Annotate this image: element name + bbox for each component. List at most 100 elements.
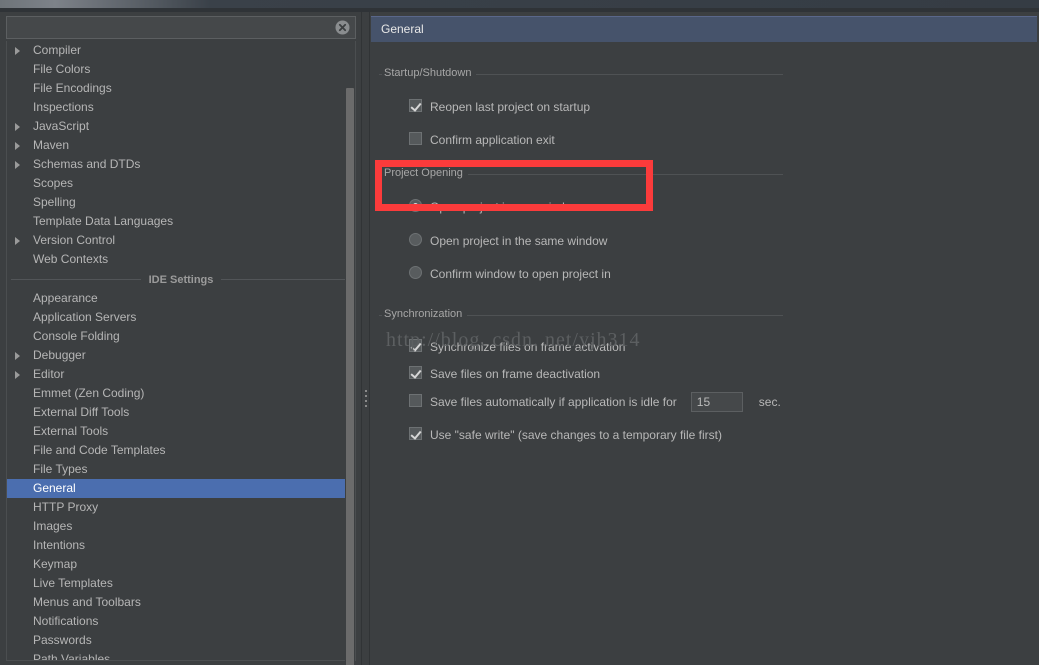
sidebar-item-compiler[interactable]: Compiler bbox=[7, 41, 355, 60]
option-sync-files-frame-activation[interactable]: Synchronize files on frame activation bbox=[409, 337, 625, 355]
sidebar-item-file-colors[interactable]: File Colors bbox=[7, 60, 355, 79]
option-open-project-new-window[interactable]: Open project in new window bbox=[409, 197, 580, 215]
checkbox-save-files-automatically[interactable] bbox=[409, 394, 422, 408]
sidebar-item-label: Debugger bbox=[33, 348, 86, 362]
sidebar-item-label: Appearance bbox=[33, 291, 98, 305]
sidebar-item-emmet-zen-coding[interactable]: Emmet (Zen Coding) bbox=[7, 384, 355, 403]
window-title-strip bbox=[0, 0, 1039, 8]
label-sync-files-frame-activation: Synchronize files on frame activation bbox=[430, 339, 626, 354]
sidebar-item-label: Emmet (Zen Coding) bbox=[33, 386, 145, 400]
sidebar-item-label: File Types bbox=[33, 462, 88, 476]
label-confirm-window-to-open: Confirm window to open project in bbox=[430, 266, 611, 281]
search-box[interactable] bbox=[6, 16, 356, 39]
sidebar-item-external-diff-tools[interactable]: External Diff Tools bbox=[7, 403, 355, 422]
label-confirm-application-exit: Confirm application exit bbox=[430, 132, 555, 147]
sidebar-item-label: Path Variables bbox=[33, 652, 111, 661]
settings-tree[interactable]: Compiler File Colors File Encodings Inspect… bbox=[6, 41, 356, 661]
separator-line-right bbox=[221, 279, 351, 280]
general-settings-form: Startup/Shutdown Reopen last project on … bbox=[371, 42, 1037, 665]
checkbox-confirm-application-exit[interactable] bbox=[409, 132, 422, 145]
sidebar-item-inspections[interactable]: Inspections bbox=[7, 98, 355, 117]
sidebar-section-label: IDE Settings bbox=[142, 274, 220, 286]
group-title-startup-shutdown: Startup/Shutdown bbox=[382, 67, 477, 79]
sidebar-item-keymap[interactable]: Keymap bbox=[7, 555, 355, 574]
splitter-grip-icon bbox=[365, 390, 368, 414]
sidebar-item-label: Schemas and DTDs bbox=[33, 157, 141, 171]
sidebar-item-web-contexts[interactable]: Web Contexts bbox=[7, 250, 355, 269]
sidebar-item-label: Maven bbox=[33, 138, 70, 152]
group-title-project-opening: Project Opening bbox=[382, 167, 468, 179]
settings-detail-pane: General Startup/Shutdown Reopen last pro… bbox=[371, 12, 1039, 665]
idle-seconds-input[interactable] bbox=[690, 392, 743, 412]
sidebar-item-file-types[interactable]: File Types bbox=[7, 460, 355, 479]
sidebar-item-label: Live Templates bbox=[33, 576, 113, 590]
sidebar-item-passwords[interactable]: Passwords bbox=[7, 631, 355, 650]
option-save-files-automatically[interactable]: Save files automatically if application … bbox=[409, 392, 781, 412]
sidebar-item-file-and-code-templates[interactable]: File and Code Templates bbox=[7, 441, 355, 460]
sidebar-item-label: External Tools bbox=[33, 424, 109, 438]
sidebar-item-debugger[interactable]: Debugger bbox=[7, 346, 355, 365]
sidebar-item-images[interactable]: Images bbox=[7, 517, 355, 536]
sidebar-item-label: Spelling bbox=[33, 195, 76, 209]
chevron-right-icon[interactable] bbox=[15, 123, 20, 131]
sidebar-item-menus-and-toolbars[interactable]: Menus and Toolbars bbox=[7, 593, 355, 612]
option-reopen-last-project[interactable]: Reopen last project on startup bbox=[409, 97, 590, 115]
search-input[interactable] bbox=[13, 20, 317, 38]
sidebar-item-path-variables[interactable]: Path Variables bbox=[7, 650, 355, 661]
checkbox-sync-files-frame-activation[interactable] bbox=[409, 339, 422, 352]
chevron-right-icon[interactable] bbox=[15, 237, 20, 245]
sidebar-item-console-folding[interactable]: Console Folding bbox=[7, 327, 355, 346]
option-open-project-same-window[interactable]: Open project in the same window bbox=[409, 231, 607, 249]
option-save-files-frame-deactivation[interactable]: Save files on frame deactivation bbox=[409, 364, 600, 382]
sidebar-item-application-servers[interactable]: Application Servers bbox=[7, 308, 355, 327]
sidebar-item-appearance[interactable]: Appearance bbox=[7, 289, 355, 308]
sidebar-item-maven[interactable]: Maven bbox=[7, 136, 355, 155]
sidebar-scrollbar-thumb[interactable] bbox=[346, 88, 354, 665]
sidebar-item-label: Menus and Toolbars bbox=[33, 595, 141, 609]
checkbox-reopen-last-project[interactable] bbox=[409, 99, 422, 112]
page-title: General bbox=[371, 16, 1037, 42]
sidebar-item-label: File Encodings bbox=[33, 81, 112, 95]
chevron-right-icon[interactable] bbox=[15, 161, 20, 169]
sidebar-item-live-templates[interactable]: Live Templates bbox=[7, 574, 355, 593]
option-confirm-window-to-open[interactable]: Confirm window to open project in bbox=[409, 264, 611, 282]
label-seconds-unit: sec. bbox=[758, 395, 781, 409]
chevron-right-icon[interactable] bbox=[15, 47, 20, 55]
chevron-right-icon[interactable] bbox=[15, 142, 20, 150]
sidebar-item-schemas-and-dtds[interactable]: Schemas and DTDs bbox=[7, 155, 355, 174]
chevron-right-icon[interactable] bbox=[15, 371, 20, 379]
option-use-safe-write[interactable]: Use "safe write" (save changes to a temp… bbox=[409, 425, 722, 443]
sidebar-item-external-tools[interactable]: External Tools bbox=[7, 422, 355, 441]
sidebar-item-notifications[interactable]: Notifications bbox=[7, 612, 355, 631]
sidebar-item-label: Inspections bbox=[33, 100, 94, 114]
clear-circle-icon[interactable] bbox=[335, 20, 350, 35]
sidebar-item-http-proxy[interactable]: HTTP Proxy bbox=[7, 498, 355, 517]
sidebar-item-general[interactable]: General bbox=[7, 479, 355, 498]
sidebar-item-spelling[interactable]: Spelling bbox=[7, 193, 355, 212]
checkbox-use-safe-write[interactable] bbox=[409, 427, 422, 440]
sidebar-item-template-data-languages[interactable]: Template Data Languages bbox=[7, 212, 355, 231]
sidebar-item-intentions[interactable]: Intentions bbox=[7, 536, 355, 555]
settings-tree-list: Compiler File Colors File Encodings Inspect… bbox=[7, 41, 355, 661]
sidebar-item-file-encodings[interactable]: File Encodings bbox=[7, 79, 355, 98]
sidebar-item-label: Editor bbox=[33, 367, 65, 381]
sidebar-item-label: JavaScript bbox=[33, 119, 90, 133]
sidebar-item-label: HTTP Proxy bbox=[33, 500, 99, 514]
sidebar-item-label: General bbox=[33, 481, 76, 495]
radio-open-project-same-window[interactable] bbox=[409, 233, 422, 246]
sidebar-item-label: Intentions bbox=[33, 538, 86, 552]
radio-confirm-window-to-open[interactable] bbox=[409, 266, 422, 279]
sidebar-item-label: Template Data Languages bbox=[33, 214, 174, 228]
chevron-right-icon[interactable] bbox=[15, 352, 20, 360]
checkbox-save-files-frame-deactivation[interactable] bbox=[409, 366, 422, 379]
sidebar-item-label: Compiler bbox=[33, 43, 82, 57]
sidebar-item-version-control[interactable]: Version Control bbox=[7, 231, 355, 250]
radio-open-project-new-window[interactable] bbox=[409, 199, 422, 212]
label-open-project-new-window: Open project in new window bbox=[430, 199, 581, 214]
option-confirm-application-exit[interactable]: Confirm application exit bbox=[409, 130, 555, 148]
sidebar-item-scopes[interactable]: Scopes bbox=[7, 174, 355, 193]
settings-dialog: Compiler File Colors File Encodings Inspect… bbox=[0, 0, 1039, 665]
sidebar-item-javascript[interactable]: JavaScript bbox=[7, 117, 355, 136]
sidebar-item-editor[interactable]: Editor bbox=[7, 365, 355, 384]
pane-splitter[interactable] bbox=[361, 12, 370, 665]
